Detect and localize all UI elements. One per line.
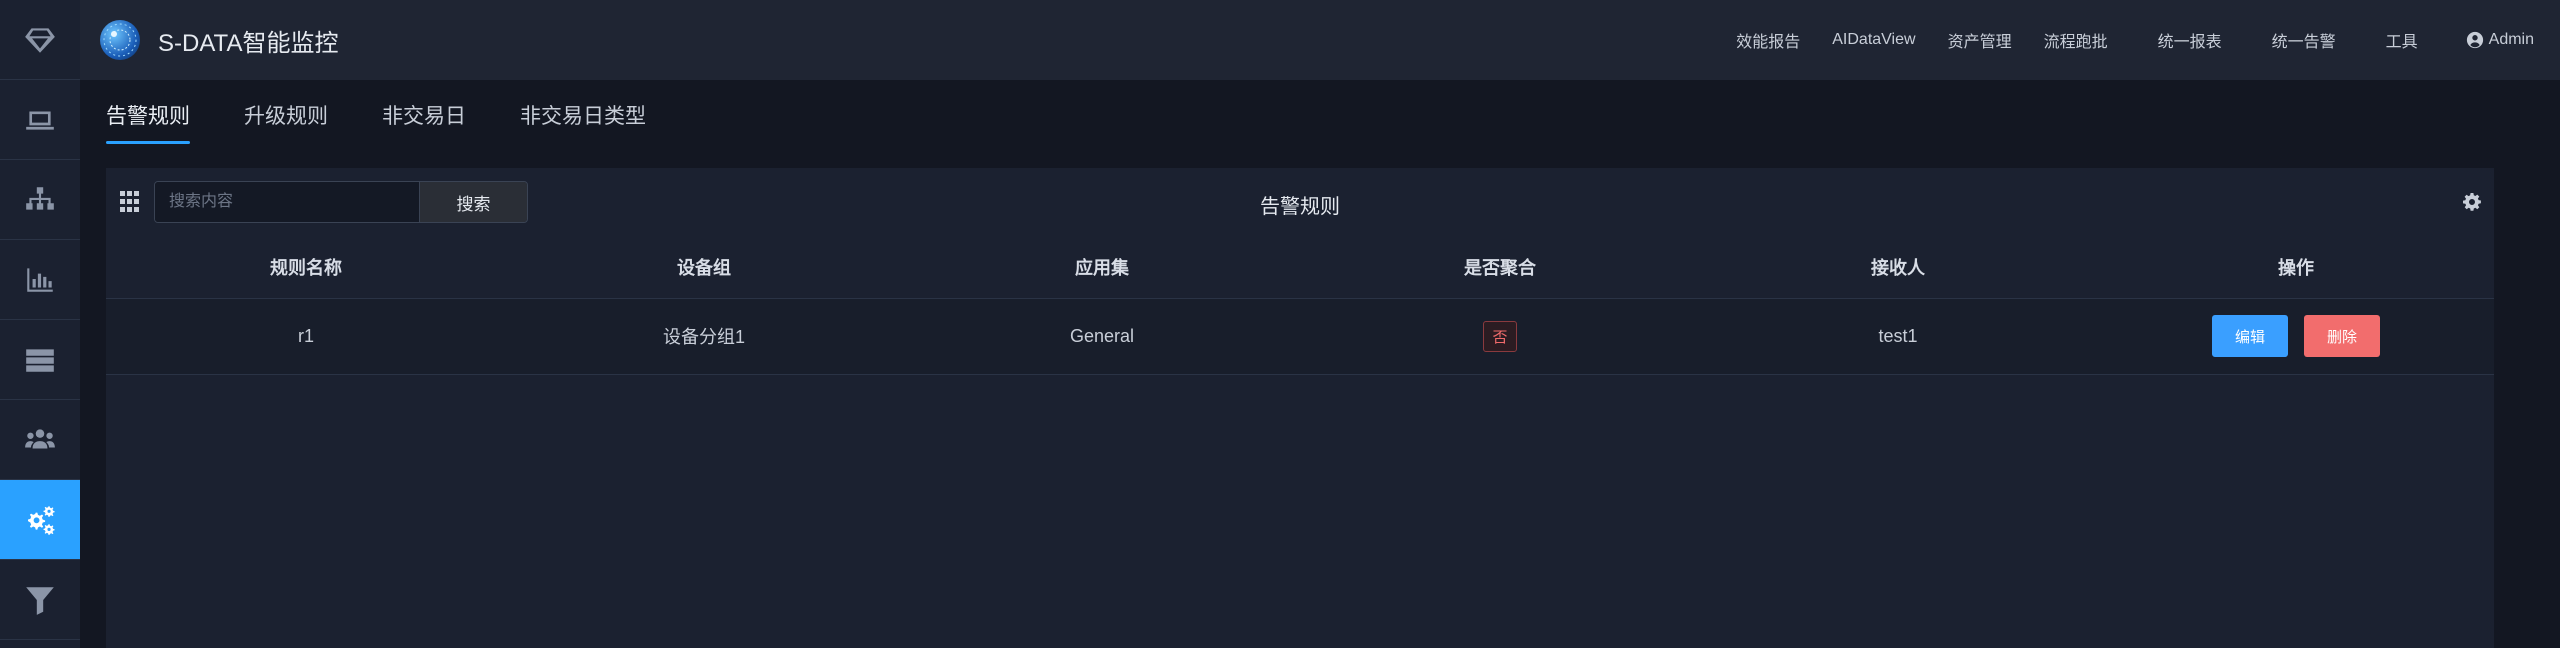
gear-icon[interactable]	[2462, 192, 2482, 212]
nav-link-tools[interactable]: 工具	[2386, 28, 2418, 52]
cell-device-group: 设备分组1	[506, 298, 902, 375]
server-icon	[26, 348, 54, 372]
table-header-row: 规则名称 设备组 应用集 是否聚合 接收人 操作	[106, 236, 2494, 299]
user-circle-icon	[2466, 31, 2483, 49]
top-bar: S-DATA智能监控 效能报告 AIDataView 资产管理 流程跑批 统一报…	[80, 0, 2560, 80]
column-header-device-group[interactable]: 设备组	[506, 236, 902, 299]
nav-link-performance-report[interactable]: 效能报告	[1736, 28, 1800, 52]
panel-header: 搜索 告警规则	[106, 168, 2494, 236]
search-input[interactable]	[155, 182, 419, 222]
cell-aggregate: 否	[1302, 298, 1698, 375]
nav-link-asset-management[interactable]: 资产管理	[1948, 28, 2012, 52]
column-header-receiver[interactable]: 接收人	[1698, 236, 2098, 299]
tab-alert-rules[interactable]: 告警规则	[106, 80, 190, 146]
top-nav: 效能报告 AIDataView 资产管理 流程跑批 统一报表 统一告警 工具 A…	[1704, 0, 2560, 80]
sidebar-item-servers[interactable]	[0, 320, 80, 400]
diamond-icon	[25, 27, 55, 53]
nav-link-unified-report[interactable]: 统一报表	[2158, 28, 2222, 52]
users-icon	[25, 428, 55, 448]
alert-rules-table: 规则名称 设备组 应用集 是否聚合 接收人 操作 r1 设备分组1 Genera…	[106, 236, 2494, 375]
laptop-icon	[26, 111, 54, 130]
tab-escalation-rules[interactable]: 升级规则	[244, 80, 328, 146]
nav-link-batch-flow[interactable]: 流程跑批	[2044, 28, 2108, 52]
table-row[interactable]: r1 设备分组1 General 否 test1 编辑 删除	[106, 298, 2494, 375]
cell-actions: 编辑 删除	[2098, 298, 2494, 375]
user-menu[interactable]: Admin	[2466, 31, 2534, 49]
sidebar-item-filter[interactable]	[0, 560, 80, 640]
sidebar-item-users[interactable]	[0, 400, 80, 480]
alert-rules-panel: 搜索 告警规则 规则名称 设备组 应用集 是否聚合 接收人 操作 r1 设备分组…	[106, 168, 2494, 648]
aggregate-badge: 否	[1483, 320, 1517, 352]
filter-icon	[26, 586, 54, 615]
globe-logo-icon	[103, 23, 137, 57]
tab-bar: 告警规则 升级规则 非交易日 非交易日类型	[106, 80, 700, 146]
cell-rule-name: r1	[106, 298, 506, 375]
sidebar-item-topology[interactable]	[0, 160, 80, 240]
sidebar-item-home[interactable]	[0, 0, 80, 80]
tab-non-trading-day-types[interactable]: 非交易日类型	[520, 80, 646, 146]
nav-link-unified-alert[interactable]: 统一告警	[2272, 28, 2336, 52]
sitemap-icon	[26, 186, 54, 210]
column-header-aggregate[interactable]: 是否聚合	[1302, 236, 1698, 299]
search-group: 搜索	[154, 181, 528, 223]
app-logo	[100, 20, 140, 60]
app-title: S-DATA智能监控	[158, 29, 339, 57]
sidebar-item-devices[interactable]	[0, 80, 80, 160]
cell-app-set: General	[902, 298, 1302, 375]
column-header-app-set[interactable]: 应用集	[902, 236, 1302, 299]
tab-non-trading-days[interactable]: 非交易日	[382, 80, 466, 146]
search-button[interactable]: 搜索	[419, 182, 527, 222]
bar-chart-icon	[27, 267, 53, 292]
column-header-rule-name[interactable]: 规则名称	[106, 236, 506, 299]
sidebar-item-settings[interactable]	[0, 480, 80, 560]
nav-link-aidataview[interactable]: AIDataView	[1832, 31, 1915, 49]
left-sidebar	[0, 0, 80, 648]
column-header-actions: 操作	[2098, 236, 2494, 299]
grid-menu-icon[interactable]	[120, 191, 142, 213]
cell-receiver: test1	[1698, 298, 2098, 375]
edit-button[interactable]: 编辑	[2212, 315, 2288, 357]
sidebar-item-reports[interactable]	[0, 240, 80, 320]
cogs-icon	[27, 505, 55, 535]
delete-button[interactable]: 删除	[2304, 315, 2380, 357]
user-name: Admin	[2488, 31, 2534, 48]
